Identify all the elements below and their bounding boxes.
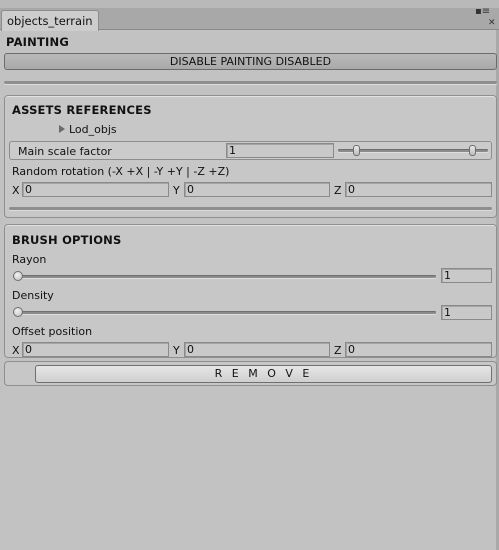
- density-slider-handle[interactable]: [13, 307, 23, 317]
- offset-y-label: Y: [173, 344, 180, 357]
- density-value-field[interactable]: 1: [441, 305, 492, 320]
- assets-panel: ASSETS REFERENCES Lod_objs Main scale fa…: [4, 95, 497, 218]
- brush-panel: BRUSH OPTIONS Rayon 1 Density 1 Offset p…: [4, 224, 497, 358]
- density-label: Density: [12, 289, 54, 302]
- painting-title: PAINTING: [6, 35, 69, 49]
- offset-z-label: Z: [334, 344, 342, 357]
- rotation-x-label: X: [12, 184, 20, 197]
- menu-icon[interactable]: ▪≡: [475, 7, 490, 17]
- rotation-z-label: Z: [334, 184, 342, 197]
- scale-min-handle[interactable]: [353, 145, 360, 156]
- close-icon[interactable]: ✕: [488, 18, 496, 28]
- assets-separator: [9, 207, 492, 210]
- lod-objs-foldout[interactable]: Lod_objs: [69, 123, 117, 136]
- main-scale-field[interactable]: 1: [226, 143, 334, 158]
- rayon-slider-handle[interactable]: [13, 271, 23, 281]
- offset-x-label: X: [12, 344, 20, 357]
- rayon-value-field[interactable]: 1: [441, 268, 492, 283]
- main-scale-label: Main scale factor: [18, 145, 112, 158]
- brush-title: BRUSH OPTIONS: [12, 233, 122, 247]
- rayon-slider-track[interactable]: [13, 275, 436, 278]
- rotation-z-field[interactable]: 0: [345, 182, 492, 197]
- rotation-y-field[interactable]: 0: [184, 182, 330, 197]
- remove-button[interactable]: R E M O V E: [35, 365, 492, 383]
- offset-x-field[interactable]: 0: [22, 342, 169, 357]
- remove-container: R E M O V E: [4, 361, 497, 386]
- scale-max-handle[interactable]: [469, 145, 476, 156]
- rotation-x-field[interactable]: 0: [22, 182, 169, 197]
- disable-painting-button[interactable]: DISABLE PAINTING DISABLED: [4, 53, 497, 70]
- window-tab-label: objects_terrain: [7, 14, 93, 28]
- window-tab[interactable]: objects_terrain: [1, 10, 99, 31]
- offset-position-label: Offset position: [12, 325, 93, 338]
- main-scale-row: Main scale factor 1: [9, 141, 492, 160]
- window-top-strip: [0, 0, 499, 8]
- painting-separator: [4, 81, 497, 84]
- density-slider-track[interactable]: [13, 311, 436, 314]
- foldout-arrow-icon[interactable]: [59, 125, 65, 133]
- offset-z-field[interactable]: 0: [345, 342, 492, 357]
- assets-title: ASSETS REFERENCES: [12, 103, 152, 117]
- window-tab-bar: objects_terrain: [0, 8, 499, 31]
- rayon-label: Rayon: [12, 253, 47, 266]
- random-rotation-label: Random rotation (-X +X | -Y +Y | -Z +Z): [12, 165, 230, 178]
- rotation-y-label: Y: [173, 184, 180, 197]
- scale-minmax-track[interactable]: [338, 149, 488, 152]
- offset-y-field[interactable]: 0: [184, 342, 330, 357]
